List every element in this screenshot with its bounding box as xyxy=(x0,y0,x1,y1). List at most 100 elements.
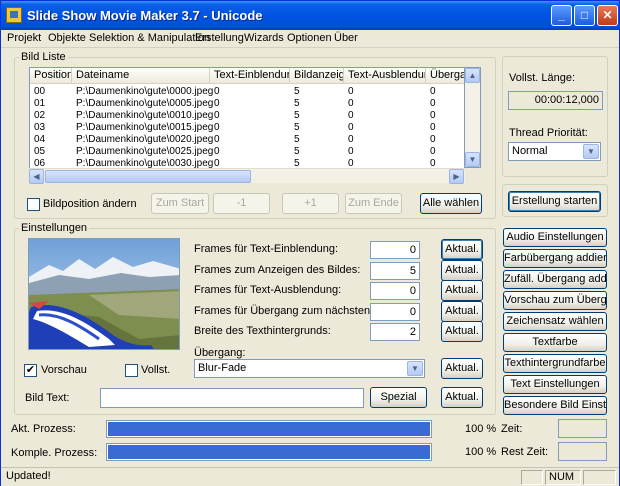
scroll-up-button[interactable]: ▲ xyxy=(465,68,480,83)
setting-aktual-button[interactable]: Aktual. xyxy=(441,280,483,301)
list-cell[interactable]: 5 xyxy=(294,86,300,98)
list-cell[interactable]: 5 xyxy=(294,122,300,134)
minimize-button[interactable]: _ xyxy=(551,5,572,26)
menu-selektion[interactable]: Selektion & Manipulation xyxy=(89,32,210,44)
list-cell[interactable]: 00 xyxy=(34,86,45,98)
title-bar[interactable]: Slide Show Movie Maker 3.7 - Unicode _ □… xyxy=(1,1,619,30)
list-cell[interactable]: 0 xyxy=(348,146,354,158)
list-cell[interactable]: 5 xyxy=(294,134,300,146)
spezial-button[interactable]: Spezial xyxy=(370,387,427,408)
close-button[interactable]: ✕ xyxy=(597,5,618,26)
thread-prioritaet-select[interactable]: Normal ▼ xyxy=(508,142,601,161)
uebergang-aktual-button[interactable]: Aktual. xyxy=(441,358,483,379)
alle-waehlen-button[interactable]: Alle wählen xyxy=(420,193,482,214)
scroll-left-button[interactable]: ◀ xyxy=(29,169,44,184)
list-cell[interactable]: 0 xyxy=(430,86,436,98)
list-cell[interactable]: 0 xyxy=(214,146,220,158)
uebergang-select[interactable]: Blur-Fade ▼ xyxy=(194,359,425,378)
bild-text-aktual-button[interactable]: Aktual. xyxy=(441,387,483,408)
menu-projekt[interactable]: Projekt xyxy=(7,32,41,44)
vollst-checkbox[interactable] xyxy=(125,364,138,377)
list-cell[interactable]: 0 xyxy=(430,146,436,158)
bildposition-checkbox[interactable] xyxy=(27,198,40,211)
menu-objekte[interactable]: Objekte xyxy=(48,32,86,44)
list-cell[interactable]: 0 xyxy=(214,98,220,110)
setting-aktual-button[interactable]: Aktual. xyxy=(441,301,483,322)
list-cell[interactable]: P:\Daumenkino\gute\0010.jpeg xyxy=(76,110,213,122)
list-vertical-scrollbar[interactable]: ▲ ▼ xyxy=(465,67,481,168)
right-action-button[interactable]: Text Einstellungen xyxy=(503,375,607,394)
right-action-button[interactable]: Besondere Bild Einst. xyxy=(503,396,607,415)
vorschau-checkbox[interactable]: ✔ xyxy=(24,364,37,377)
right-action-button[interactable]: Vorschau zum Übergang xyxy=(503,291,607,310)
kompl-prozess-label: Komple. Prozess: xyxy=(11,447,98,459)
setting-input[interactable]: 0 xyxy=(370,241,420,259)
num-lock-indicator: NUM xyxy=(545,470,581,485)
plus-one-button[interactable]: +1 xyxy=(282,193,339,214)
list-cell[interactable]: 0 xyxy=(348,134,354,146)
list-cell[interactable]: 02 xyxy=(34,110,45,122)
list-cell[interactable]: P:\Daumenkino\gute\0020.jpeg xyxy=(76,134,213,146)
list-cell[interactable]: 5 xyxy=(294,110,300,122)
setting-aktual-button[interactable]: Aktual. xyxy=(441,260,483,281)
menu-erstellung[interactable]: Erstellung xyxy=(195,32,244,44)
list-cell[interactable]: P:\Daumenkino\gute\0000.jpeg xyxy=(76,86,213,98)
list-cell[interactable]: 03 xyxy=(34,122,45,134)
list-cell[interactable]: 0 xyxy=(430,110,436,122)
scroll-down-button[interactable]: ▼ xyxy=(465,152,480,167)
column-header-text-einblendung[interactable]: Text-Einblendung xyxy=(210,68,290,84)
erstellung-starten-button[interactable]: Erstellung starten xyxy=(508,191,601,212)
list-cell[interactable]: 0 xyxy=(430,98,436,110)
list-cell[interactable]: 0 xyxy=(214,122,220,134)
list-cell[interactable]: 0 xyxy=(348,122,354,134)
chevron-down-icon[interactable]: ▼ xyxy=(583,144,599,159)
list-cell[interactable]: 0 xyxy=(214,86,220,98)
maximize-button[interactable]: □ xyxy=(574,5,595,26)
list-horizontal-scrollbar[interactable]: ◀ ▶ xyxy=(29,168,465,184)
menu-wizards[interactable]: Wizards xyxy=(244,32,284,44)
column-header-position[interactable]: Position xyxy=(30,68,72,84)
right-action-button[interactable]: Audio Einstellungen xyxy=(503,228,607,247)
right-action-button[interactable]: Zufäll. Übergang addier. xyxy=(503,270,607,289)
list-cell[interactable]: 5 xyxy=(294,146,300,158)
list-cell[interactable]: 0 xyxy=(430,122,436,134)
list-cell[interactable]: 5 xyxy=(294,98,300,110)
image-list[interactable]: Position Dateiname Text-Einblendung Bild… xyxy=(29,67,465,183)
list-cell[interactable]: 01 xyxy=(34,98,45,110)
right-action-button[interactable]: Texthintergrundfarbe xyxy=(503,354,607,373)
minus-one-button[interactable]: -1 xyxy=(213,193,270,214)
chevron-down-icon[interactable]: ▼ xyxy=(407,361,423,376)
menu-ueber[interactable]: Über xyxy=(334,32,358,44)
list-cell[interactable]: 04 xyxy=(34,134,45,146)
scroll-thumb[interactable] xyxy=(45,170,251,183)
setting-input[interactable]: 0 xyxy=(370,303,420,321)
setting-aktual-button[interactable]: Aktual. xyxy=(441,321,483,342)
column-header-dateiname[interactable]: Dateiname xyxy=(72,68,210,84)
list-cell[interactable]: 0 xyxy=(214,134,220,146)
list-cell[interactable]: 0 xyxy=(430,134,436,146)
list-cell[interactable]: 0 xyxy=(348,86,354,98)
setting-input[interactable]: 5 xyxy=(370,262,420,280)
list-cell[interactable]: 0 xyxy=(348,98,354,110)
scroll-right-button[interactable]: ▶ xyxy=(449,169,464,184)
list-cell[interactable]: 05 xyxy=(34,146,45,158)
column-header-bildanzeige[interactable]: Bildanzeige xyxy=(290,68,344,84)
setting-aktual-button[interactable]: Aktual. xyxy=(441,239,483,260)
zum-start-button[interactable]: Zum Start xyxy=(151,193,209,214)
setting-input[interactable]: 2 xyxy=(370,323,420,341)
list-cell[interactable]: 0 xyxy=(214,110,220,122)
zum-ende-button[interactable]: Zum Ende xyxy=(345,193,402,214)
menu-optionen[interactable]: Optionen xyxy=(287,32,332,44)
preview-photo xyxy=(29,239,179,349)
list-cell[interactable]: P:\Daumenkino\gute\0005.jpeg xyxy=(76,98,213,110)
list-cell[interactable]: P:\Daumenkino\gute\0025.jpeg xyxy=(76,146,213,158)
column-header-uebergang[interactable]: Übergang xyxy=(426,68,464,84)
setting-input[interactable]: 0 xyxy=(370,282,420,300)
list-cell[interactable]: P:\Daumenkino\gute\0015.jpeg xyxy=(76,122,213,134)
right-action-button[interactable]: Textfarbe xyxy=(503,333,607,352)
right-action-button[interactable]: Zeichensatz wählen xyxy=(503,312,607,331)
right-action-button[interactable]: Farbübergang addier. xyxy=(503,249,607,268)
bild-text-input[interactable] xyxy=(100,388,364,408)
column-header-text-ausblendung[interactable]: Text-Ausblendung xyxy=(344,68,426,84)
list-cell[interactable]: 0 xyxy=(348,110,354,122)
